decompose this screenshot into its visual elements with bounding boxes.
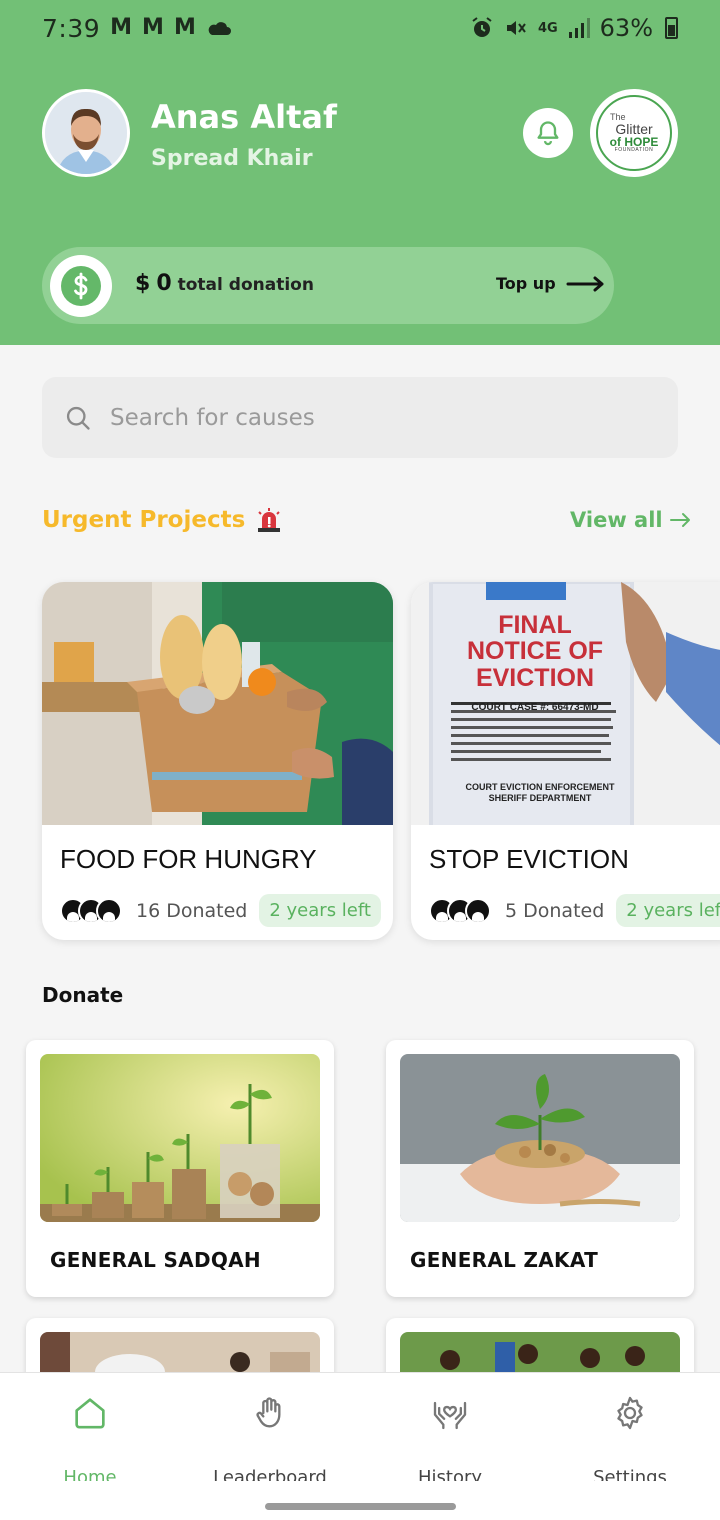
nav-label: Settings (593, 1467, 667, 1481)
notice-case: COURT CASE #: 66473-MD (471, 701, 599, 713)
user-icon (96, 897, 122, 924)
bottom-navigation: Home Leaderboard History Settings (0, 1372, 720, 1520)
notice-line: SHERIFF DEPARTMENT (488, 792, 592, 803)
donate-label: GENERAL SADQAH (50, 1248, 261, 1272)
project-meta: 16 Donated 2 years left (60, 894, 381, 927)
donation-summary: $ 0 total donation Top up (42, 247, 614, 324)
donated-count: 16 Donated (136, 899, 248, 922)
network-type: 4G (537, 20, 558, 36)
status-time: 7:39 (42, 13, 101, 43)
gmail-icon: M (142, 15, 164, 40)
top-up-label: Top up (496, 274, 556, 293)
donate-section-title: Donate (42, 983, 124, 1007)
view-all-label: View all (570, 508, 663, 532)
eviction-notice-text: FINAL NOTICE OF EVICTION COURT CASE #: 6… (455, 612, 615, 713)
donor-avatars (60, 897, 122, 924)
battery-icon (665, 17, 678, 39)
wallet-icon (50, 255, 112, 317)
nav-label: Leaderboard (213, 1467, 327, 1481)
gmail-icon: M (173, 15, 196, 40)
project-meta: 5 Donated 2 years left (429, 894, 720, 927)
donate-image (40, 1054, 320, 1222)
user-icon (465, 897, 491, 924)
project-title: FOOD FOR HUNGRY (60, 844, 317, 874)
nav-settings[interactable]: Settings (570, 1393, 690, 1483)
donate-card-zakat[interactable]: GENERAL ZAKAT (386, 1040, 694, 1297)
notice-line: NOTICE OF (466, 637, 604, 666)
user-subtitle: Spread Khair (151, 146, 313, 171)
mute-icon (506, 21, 526, 35)
project-card[interactable]: FOOD FOR HUNGRY 16 Donated 2 years left (42, 582, 393, 940)
search-icon (66, 406, 90, 430)
notice-line: EVICTION (475, 663, 595, 692)
avatar[interactable] (42, 89, 130, 177)
search-input[interactable] (110, 404, 630, 431)
gear-icon (617, 1396, 643, 1430)
arrow-right-icon (566, 276, 604, 291)
project-image: FINAL NOTICE OF EVICTION COURT CASE #: 6… (411, 582, 720, 825)
project-image (42, 582, 393, 825)
nav-leaderboard[interactable]: Leaderboard (210, 1393, 330, 1483)
search-bar[interactable] (42, 377, 678, 458)
bell-icon (537, 121, 559, 146)
notice-line: FINAL (498, 611, 572, 639)
dollar-icon (74, 272, 88, 300)
cloud-icon (208, 22, 231, 35)
logo-text: FOUNDATION (614, 147, 654, 153)
donate-card-sadqah[interactable]: GENERAL SADQAH (26, 1040, 334, 1297)
gmail-icon: M (110, 15, 133, 40)
donate-image (400, 1054, 680, 1222)
donate-label: GENERAL ZAKAT (410, 1248, 599, 1272)
section-header-urgent: Urgent Projects (42, 507, 283, 533)
notifications-button[interactable] (523, 108, 573, 158)
project-card[interactable]: FINAL NOTICE OF EVICTION COURT CASE #: 6… (411, 582, 720, 940)
notice-line: COURT EVICTION ENFORCEMENT (465, 782, 615, 792)
view-all-link[interactable]: View all (570, 508, 693, 532)
top-up-button[interactable]: Top up (496, 274, 606, 293)
status-bar: 7:39 M M M 4G 63% (0, 0, 720, 56)
heart-hands-icon (433, 1401, 467, 1430)
hand-icon (256, 1397, 281, 1428)
signal-icon (568, 18, 590, 38)
currency-symbol: $ (135, 271, 151, 296)
donation-label: total donation (177, 275, 314, 295)
notice-footer: COURT EVICTION ENFORCEMENT SHERIFF DEPAR… (455, 782, 625, 804)
home-icon (75, 1398, 105, 1429)
time-left-badge: 2 years left (616, 894, 720, 927)
urgent-projects-title: Urgent Projects (42, 507, 246, 533)
alarm-icon (472, 17, 492, 37)
nav-label: History (417, 1467, 483, 1481)
home-indicator[interactable] (265, 1503, 456, 1510)
time-left-badge: 2 years left (259, 894, 381, 927)
donor-avatars (429, 897, 491, 924)
siren-icon (258, 508, 281, 532)
battery-percent: 63% (599, 14, 653, 42)
user-name: Anas Altaf (151, 98, 337, 136)
total-donation: $ 0 total donation (135, 271, 314, 296)
nav-history[interactable]: History (390, 1393, 510, 1483)
donated-count: 5 Donated (505, 899, 605, 922)
project-title: STOP EVICTION (429, 844, 629, 874)
organization-logo[interactable]: The Glitter of HOPE FOUNDATION (590, 89, 678, 177)
nav-label: Home (63, 1467, 117, 1481)
nav-home[interactable]: Home (30, 1393, 150, 1483)
header: 7:39 M M M 4G 63% Anas Altaf Spread Khai… (0, 0, 720, 345)
arrow-right-icon (669, 513, 690, 527)
logo-text: Glitter (615, 121, 653, 137)
donation-amount: 0 (156, 271, 172, 296)
